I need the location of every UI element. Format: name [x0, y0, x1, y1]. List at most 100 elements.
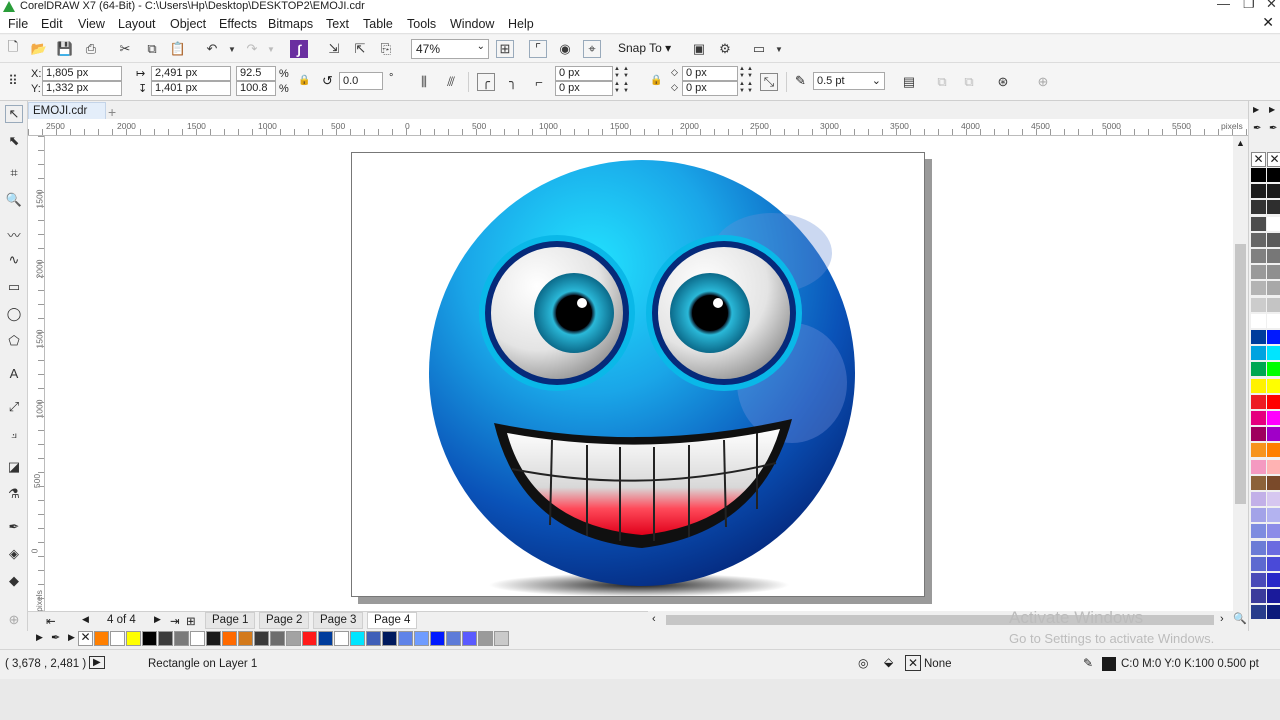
menu-effects[interactable]: Effects: [219, 17, 257, 31]
color-swatch[interactable]: [206, 631, 221, 646]
last-page-icon[interactable]: ⇥: [170, 614, 180, 628]
palette-eyedropper-icon[interactable]: ✒: [1269, 123, 1277, 134]
vertical-scrollbar[interactable]: ▲: [1233, 136, 1248, 611]
close-icon[interactable]: ✕: [1266, 0, 1277, 10]
document-tab[interactable]: EMOJI.cdr: [28, 102, 106, 119]
undo-icon[interactable]: ↶: [203, 40, 221, 58]
palette-menu-icon[interactable]: ▶: [68, 632, 75, 643]
round-corner-icon[interactable]: ╭: [477, 73, 495, 91]
corner-radius-top-left[interactable]: 0 px: [555, 66, 613, 81]
color-swatch[interactable]: [1251, 330, 1266, 345]
color-swatch[interactable]: [350, 631, 365, 646]
publish-pdf-icon[interactable]: ⎘: [377, 40, 395, 58]
corner-radius-bottom-left[interactable]: 0 px: [555, 81, 613, 96]
paste-icon[interactable]: 📋: [169, 40, 187, 58]
color-swatch[interactable]: [1267, 200, 1280, 216]
scroll-right-icon[interactable]: ›: [1220, 613, 1224, 625]
page-tab-4[interactable]: Page 4: [367, 612, 418, 629]
spin-arrows-icon[interactable]: ▲ ▼: [622, 66, 630, 81]
color-swatch[interactable]: [174, 631, 189, 646]
page-tab-2[interactable]: Page 2: [259, 612, 310, 629]
menu-table[interactable]: Table: [363, 17, 393, 31]
restore-icon[interactable]: ❐: [1243, 0, 1255, 10]
color-swatch[interactable]: [1267, 378, 1280, 394]
color-swatch[interactable]: [1267, 589, 1280, 605]
color-swatch[interactable]: [1267, 346, 1280, 362]
scale-x-field[interactable]: 92.5: [236, 66, 276, 81]
color-swatch[interactable]: [1251, 184, 1266, 200]
color-swatch[interactable]: [398, 631, 413, 646]
color-swatch[interactable]: [334, 631, 349, 646]
color-swatch[interactable]: [1251, 346, 1266, 362]
spin-arrows-icon[interactable]: ▲ ▼: [746, 66, 754, 81]
artistic-media-tool-icon[interactable]: ∿: [5, 252, 23, 270]
menu-layout[interactable]: Layout: [118, 17, 156, 31]
color-swatch[interactable]: [430, 631, 445, 646]
color-swatch[interactable]: [1267, 232, 1280, 248]
new-icon[interactable]: 🗋: [4, 39, 22, 58]
full-screen-preview-icon[interactable]: ⊞: [496, 40, 514, 58]
smart-fill-tool-icon[interactable]: ◆: [5, 573, 23, 591]
color-swatch[interactable]: [462, 631, 477, 646]
lock-ratio-icon[interactable]: 🔒: [298, 75, 310, 86]
color-swatch[interactable]: [1267, 297, 1280, 313]
parallel-dimension-tool-icon[interactable]: ⤢: [5, 399, 23, 417]
open-icon[interactable]: 📂: [30, 40, 48, 58]
page-tab-1[interactable]: Page 1: [205, 612, 256, 629]
height-field[interactable]: 1,401 px: [151, 81, 231, 96]
spin-arrows-icon[interactable]: ▲ ▼: [746, 81, 754, 96]
color-swatch[interactable]: [1267, 362, 1280, 378]
color-swatch[interactable]: [270, 631, 285, 646]
spin-arrows-icon[interactable]: ▲ ▼: [738, 81, 746, 96]
color-swatch[interactable]: [1251, 411, 1266, 426]
redo-dropdown-icon[interactable]: ▼: [262, 40, 280, 58]
color-swatch[interactable]: [1251, 459, 1266, 475]
to-front-icon[interactable]: ⧉: [933, 73, 951, 91]
vertical-ruler[interactable]: 1500 2000 1500 1000 500 0 pixels: [28, 136, 45, 611]
first-page-icon[interactable]: ⇤: [46, 614, 56, 628]
color-swatch[interactable]: [190, 631, 205, 646]
redo-icon[interactable]: ↷: [243, 40, 261, 58]
palette-expand-icon[interactable]: ▶: [36, 632, 43, 643]
mirror-vertical-icon[interactable]: ⫻: [442, 73, 460, 91]
color-proofing-icon[interactable]: ◎: [858, 656, 868, 670]
menu-object[interactable]: Object: [170, 17, 206, 31]
scroll-left-icon[interactable]: ‹: [652, 613, 656, 625]
copy-icon[interactable]: ⧉: [143, 40, 161, 58]
show-grid-icon[interactable]: ◉: [556, 40, 574, 58]
color-swatch[interactable]: [1267, 168, 1280, 183]
undo-dropdown-icon[interactable]: ▼: [223, 40, 241, 58]
color-swatch[interactable]: [254, 631, 269, 646]
color-swatch[interactable]: [94, 631, 109, 646]
color-swatch[interactable]: [1267, 394, 1280, 410]
document-close-icon[interactable]: ✕: [1262, 14, 1274, 31]
shape-tool-icon[interactable]: ⬉: [5, 133, 23, 151]
color-swatch[interactable]: [1267, 475, 1280, 491]
text-tool-icon[interactable]: A: [5, 366, 23, 384]
x-position-field[interactable]: 1,805 px: [42, 66, 122, 81]
y-position-field[interactable]: 1,332 px: [42, 81, 122, 96]
navigator-icon[interactable]: 🔍: [1233, 612, 1247, 625]
color-swatch[interactable]: [222, 631, 237, 646]
palette-eyedropper-icon[interactable]: ✒: [51, 631, 60, 644]
application-launcher-icon[interactable]: ▭: [750, 40, 768, 58]
color-swatch[interactable]: [1267, 556, 1280, 572]
scroll-up-icon[interactable]: ▲: [1236, 138, 1245, 148]
drawing-page[interactable]: [351, 152, 925, 597]
color-swatch[interactable]: [1251, 216, 1266, 232]
interactive-fill-tool-icon[interactable]: ◈: [5, 546, 23, 564]
color-swatch[interactable]: [1251, 540, 1266, 556]
lock-corners-icon[interactable]: 🔒: [650, 75, 662, 86]
color-swatch[interactable]: [1251, 556, 1266, 572]
relative-corner-scaling-icon[interactable]: ⤡: [760, 73, 778, 91]
color-swatch[interactable]: [1267, 184, 1280, 200]
color-swatch[interactable]: [1251, 427, 1266, 443]
color-swatch[interactable]: [1251, 589, 1266, 605]
palette-scroll-up-icon[interactable]: ▶: [1253, 105, 1259, 114]
menu-tools[interactable]: Tools: [407, 17, 436, 31]
object-origin-icon[interactable]: ⠿: [4, 72, 22, 90]
scale-y-field[interactable]: 100.8: [236, 81, 276, 96]
color-swatch[interactable]: [366, 631, 381, 646]
chamfered-corner-icon[interactable]: ⌐: [530, 73, 548, 91]
palette-eyedropper-icon[interactable]: ✒: [1253, 123, 1261, 134]
